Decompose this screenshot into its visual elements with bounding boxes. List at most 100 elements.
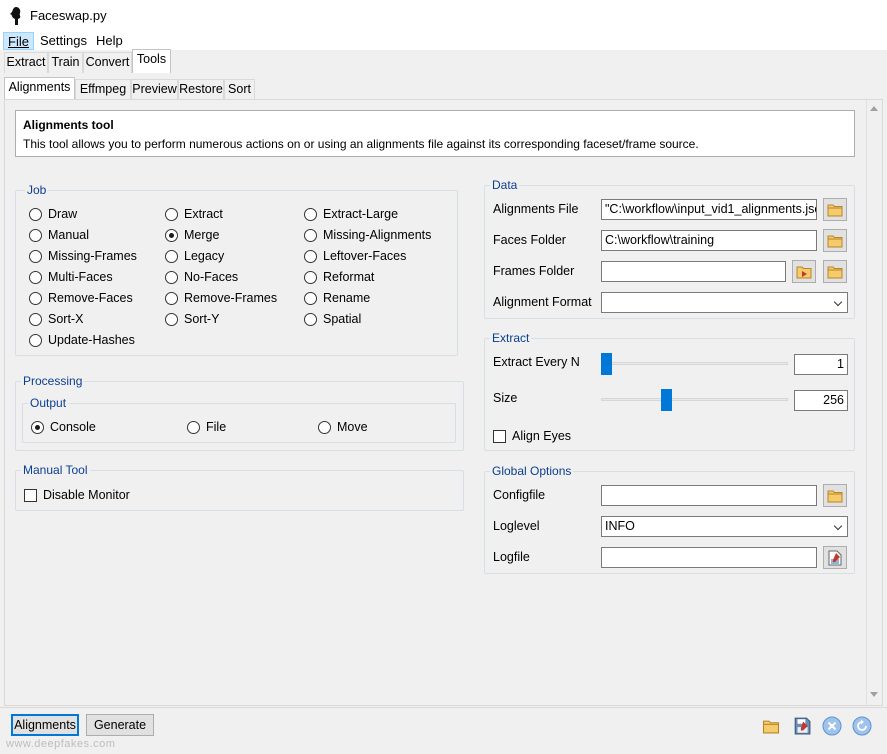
folder-icon: [827, 204, 843, 216]
alignments-file-input[interactable]: "C:\workflow\input_vid1_alignments.jsc: [601, 199, 817, 220]
window-title: Faceswap.py: [30, 8, 107, 23]
menu-help[interactable]: Help: [92, 32, 127, 50]
alignments-file-browse-button[interactable]: [823, 198, 847, 221]
job-radio-legacy[interactable]: Legacy: [165, 249, 224, 263]
job-radio-spatial[interactable]: Spatial: [304, 312, 361, 326]
alignment-format-label: Alignment Format: [493, 295, 592, 309]
logfile-label: Logfile: [493, 550, 530, 564]
output-label: Output: [28, 396, 69, 410]
radio-circle: [29, 228, 42, 242]
info-title: Alignments tool: [23, 118, 114, 132]
size-slider-thumb[interactable]: [660, 389, 672, 411]
job-radio-reformat[interactable]: Reformat: [304, 270, 374, 284]
job-radio-multi-faces[interactable]: Multi-Faces: [29, 270, 113, 284]
radio-circle-selected: [31, 420, 44, 434]
align-eyes-checkbox[interactable]: Align Eyes: [493, 429, 571, 443]
size-slider-track[interactable]: [601, 398, 788, 401]
global-options-label: Global Options: [490, 464, 574, 478]
radio-circle: [29, 270, 42, 284]
alignment-format-select[interactable]: [601, 292, 848, 313]
tab-convert[interactable]: Convert: [83, 52, 132, 73]
configfile-label: Configfile: [493, 488, 546, 502]
output-radio-file[interactable]: File: [187, 420, 226, 434]
alignments-run-button[interactable]: Alignments: [11, 714, 79, 736]
size-label: Size: [493, 391, 518, 405]
menu-settings[interactable]: Settings: [36, 32, 91, 50]
folder-icon: [827, 235, 843, 247]
logfile-input[interactable]: [601, 547, 817, 568]
info-description: This tool allows you to perform numerous…: [23, 137, 699, 151]
radio-circle: [29, 207, 42, 221]
tab-extract[interactable]: Extract: [4, 52, 48, 73]
job-radio-remove-faces[interactable]: Remove-Faces: [29, 291, 133, 305]
configfile-browse-button[interactable]: [823, 484, 847, 507]
output-radio-move[interactable]: Move: [318, 420, 368, 434]
frames-folder-label: Frames Folder: [493, 264, 575, 278]
chevron-down-icon: [833, 521, 843, 531]
job-label: Job: [25, 183, 49, 197]
radio-circle: [165, 270, 178, 284]
tab-sort[interactable]: Sort: [224, 79, 255, 100]
extract-every-n-slider-thumb[interactable]: [601, 353, 612, 375]
job-radio-sort-y[interactable]: Sort-Y: [165, 312, 219, 326]
job-radio-rename[interactable]: Rename: [304, 291, 370, 305]
faces-folder-label: Faces Folder: [493, 233, 566, 247]
job-radio-manual[interactable]: Manual: [29, 228, 89, 242]
radio-circle: [304, 228, 317, 242]
radio-circle: [318, 420, 331, 434]
job-radio-remove-frames[interactable]: Remove-Frames: [165, 291, 277, 305]
job-radio-missing-alignments[interactable]: Missing-Alignments: [304, 228, 431, 242]
save-config-button[interactable]: [791, 715, 813, 737]
job-radio-no-faces[interactable]: No-Faces: [165, 270, 238, 284]
checkbox-box: [24, 488, 37, 502]
tab-preview[interactable]: Preview: [131, 79, 178, 100]
configfile-input[interactable]: [601, 485, 817, 506]
scroll-up-icon[interactable]: [870, 106, 878, 111]
menu-bar: File Settings Help: [0, 31, 887, 50]
processing-label: Processing: [21, 374, 85, 388]
data-label: Data: [490, 178, 520, 192]
job-radio-missing-frames[interactable]: Missing-Frames: [29, 249, 137, 263]
tab-tools[interactable]: Tools: [132, 49, 171, 73]
job-radio-extract-large[interactable]: Extract-Large: [304, 207, 398, 221]
extract-every-n-slider-track[interactable]: [601, 362, 788, 365]
output-radio-console[interactable]: Console: [31, 420, 96, 434]
tab-alignments[interactable]: Alignments: [4, 77, 75, 99]
job-radio-extract[interactable]: Extract: [165, 207, 223, 221]
radio-circle-selected: [165, 228, 178, 242]
extract-every-n-input[interactable]: 1: [794, 354, 848, 375]
job-radio-update-hashes[interactable]: Update-Hashes: [29, 333, 135, 347]
tab-train[interactable]: Train: [48, 52, 83, 73]
alignments-file-label: Alignments File: [493, 202, 579, 216]
vertical-scrollbar[interactable]: [866, 100, 882, 705]
loglevel-label: Loglevel: [493, 519, 540, 533]
faces-folder-input[interactable]: C:\workflow\training: [601, 230, 817, 251]
frames-folder-browse-video-button[interactable]: [792, 260, 816, 283]
clear-config-button[interactable]: [821, 715, 843, 737]
job-radio-draw[interactable]: Draw: [29, 207, 77, 221]
watermark-text: www.deepfakes.com: [6, 738, 116, 750]
job-radio-leftover-faces[interactable]: Leftover-Faces: [304, 249, 406, 263]
size-input[interactable]: 256: [794, 390, 848, 411]
folder-icon: [762, 720, 780, 733]
job-radio-sort-x[interactable]: Sort-X: [29, 312, 83, 326]
tool-info-box: Alignments tool This tool allows you to …: [15, 110, 855, 157]
job-radio-merge[interactable]: Merge: [165, 228, 219, 242]
tab-effmpeg[interactable]: Effmpeg: [75, 79, 131, 100]
faces-folder-browse-button[interactable]: [823, 229, 847, 252]
disable-monitor-checkbox[interactable]: Disable Monitor: [24, 488, 130, 502]
loglevel-select[interactable]: INFO: [601, 516, 848, 537]
logfile-save-button[interactable]: [823, 546, 847, 569]
radio-circle: [304, 249, 317, 263]
menu-file[interactable]: File: [3, 32, 34, 50]
scroll-down-icon[interactable]: [870, 692, 878, 697]
frames-folder-browse-button[interactable]: [823, 260, 847, 283]
frames-folder-input[interactable]: [601, 261, 786, 282]
radio-circle: [304, 312, 317, 326]
generate-button[interactable]: Generate: [86, 714, 154, 736]
reset-config-button[interactable]: [851, 715, 873, 737]
tab-restore[interactable]: Restore: [178, 79, 224, 100]
radio-circle: [187, 420, 200, 434]
load-config-button[interactable]: [760, 715, 782, 737]
radio-circle: [29, 291, 42, 305]
